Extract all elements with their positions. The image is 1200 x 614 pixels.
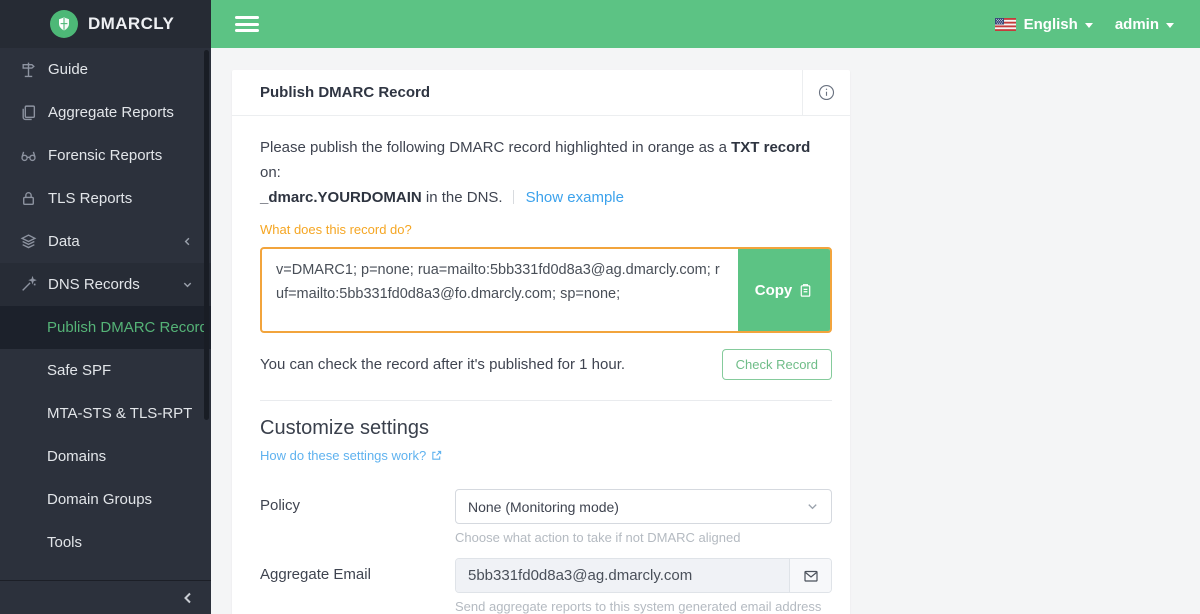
copy-button[interactable]: Copy <box>738 249 830 331</box>
sidebar-item-data[interactable]: Data <box>0 220 211 263</box>
dmarc-host-emphasis: _dmarc.YOURDOMAIN <box>260 189 422 206</box>
sidebar-subitem-label: Safe SPF <box>47 362 111 379</box>
sidebar-item-aggregate-reports[interactable]: Aggregate Reports <box>0 91 211 134</box>
main-area: English admin Publish DMARC Record <box>211 0 1200 614</box>
publish-dmarc-record-card: Publish DMARC Record Please publish the … <box>232 70 850 614</box>
sidebar-subitem-label: Tools <box>47 534 82 551</box>
sidebar-collapse-button[interactable] <box>0 580 211 614</box>
aggregate-email-row: Aggregate Email 5bb331fd0d8a3@ag.dmarcly… <box>260 558 832 614</box>
caret-down-icon <box>1085 23 1093 28</box>
sidebar-subitem-mta-sts-tls-rpt[interactable]: MTA-STS & TLS-RPT <box>0 392 211 435</box>
policy-select[interactable]: None (Monitoring mode) <box>455 489 832 524</box>
instruction-text: Please publish the following DMARC recor… <box>260 139 731 156</box>
sidebar-item-label: Forensic Reports <box>48 147 162 164</box>
username-label: admin <box>1115 16 1159 33</box>
txt-record-emphasis: TXT record <box>731 139 810 156</box>
hamburger-menu-icon[interactable] <box>235 13 259 36</box>
instruction-text: in the DNS. <box>422 189 503 206</box>
aggregate-email-label: Aggregate Email <box>260 558 455 614</box>
documents-icon <box>20 104 37 121</box>
sidebar-item-dns-records[interactable]: DNS Records <box>0 263 211 306</box>
sidebar-scrollbar-thumb[interactable] <box>204 50 209 420</box>
info-button[interactable] <box>802 70 850 115</box>
sidebar-subitem-label: Publish DMARC Record <box>47 319 208 336</box>
brand-logo[interactable]: DMARCLY <box>0 0 211 48</box>
sidebar-nav: Guide Aggregate Reports Forensic Reports… <box>0 48 211 564</box>
sidebar-subitem-domain-groups[interactable]: Domain Groups <box>0 478 211 521</box>
card-body: Please publish the following DMARC recor… <box>232 116 850 614</box>
check-record-button[interactable]: Check Record <box>722 349 832 380</box>
sidebar-item-label: Data <box>48 233 80 250</box>
check-record-row: You can check the record after it's publ… <box>260 349 832 380</box>
lock-icon <box>20 190 37 207</box>
settings-form: Policy None (Monitoring mode) Choose wha… <box>260 489 832 614</box>
page-content: Publish DMARC Record Please publish the … <box>211 48 1200 614</box>
policy-helper-text: Choose what action to take if not DMARC … <box>455 530 832 545</box>
policy-label: Policy <box>260 489 455 545</box>
caret-down-icon <box>1166 23 1174 28</box>
policy-row: Policy None (Monitoring mode) Choose wha… <box>260 489 832 545</box>
sidebar-subitem-safe-spf[interactable]: Safe SPF <box>0 349 211 392</box>
text-divider <box>513 190 514 204</box>
language-label: English <box>1024 16 1078 33</box>
check-record-text: You can check the record after it's publ… <box>260 356 722 373</box>
aggregate-email-helper-text: Send aggregate reports to this system ge… <box>455 599 832 614</box>
sidebar-item-label: Guide <box>48 61 88 78</box>
card-header: Publish DMARC Record <box>232 70 850 116</box>
us-flag-icon <box>995 18 1016 31</box>
aggregate-email-group: 5bb331fd0d8a3@ag.dmarcly.com <box>455 558 832 593</box>
shield-logo-icon <box>50 10 78 38</box>
policy-selected-value: None (Monitoring mode) <box>468 499 619 515</box>
instruction-text: on: <box>260 164 281 181</box>
settings-help-label: How do these settings work? <box>260 448 426 463</box>
customize-settings-heading: Customize settings <box>260 417 832 440</box>
external-link-icon <box>431 450 442 461</box>
sidebar: DMARCLY Guide Aggregate Reports Forensic <box>0 0 211 614</box>
chevron-left-icon <box>182 236 193 247</box>
collapse-chevron-icon <box>181 591 195 605</box>
signpost-icon <box>20 61 37 78</box>
sidebar-item-label: Aggregate Reports <box>48 104 174 121</box>
language-selector[interactable]: English <box>995 16 1093 33</box>
app-window: DMARCLY Guide Aggregate Reports Forensic <box>0 0 1200 614</box>
show-example-link[interactable]: Show example <box>526 189 624 206</box>
sidebar-item-guide[interactable]: Guide <box>0 48 211 91</box>
layers-icon <box>20 233 37 250</box>
topbar: English admin <box>211 0 1200 48</box>
sidebar-subitem-label: Domain Groups <box>47 491 152 508</box>
chevron-down-icon <box>182 279 193 290</box>
sidebar-subitem-publish-dmarc-record[interactable]: Publish DMARC Record <box>0 306 211 349</box>
sidebar-subitem-domains[interactable]: Domains <box>0 435 211 478</box>
record-help-link[interactable]: What does this record do? <box>260 222 412 237</box>
aggregate-email-field: 5bb331fd0d8a3@ag.dmarcly.com <box>456 559 789 592</box>
publish-instructions: Please publish the following DMARC recor… <box>260 136 832 210</box>
sidebar-subitem-tools[interactable]: Tools <box>0 521 211 564</box>
copy-button-label: Copy <box>755 282 793 299</box>
wand-icon <box>20 276 37 293</box>
sidebar-item-label: DNS Records <box>48 276 140 293</box>
envelope-icon <box>803 568 819 584</box>
clipboard-icon <box>798 283 813 298</box>
user-menu[interactable]: admin <box>1115 16 1174 33</box>
aggregate-email-copy-button[interactable] <box>789 559 831 592</box>
dmarc-record-value[interactable]: v=DMARC1; p=none; rua=mailto:5bb331fd0d8… <box>262 249 738 331</box>
sidebar-item-forensic-reports[interactable]: Forensic Reports <box>0 134 211 177</box>
chevron-down-icon <box>806 500 819 513</box>
info-icon <box>818 84 835 101</box>
sidebar-subitem-label: MTA-STS & TLS-RPT <box>47 405 192 422</box>
card-title: Publish DMARC Record <box>232 70 802 115</box>
glasses-icon <box>20 147 37 164</box>
settings-help-link[interactable]: How do these settings work? <box>260 448 442 463</box>
section-divider <box>260 400 832 401</box>
sidebar-item-tls-reports[interactable]: TLS Reports <box>0 177 211 220</box>
sidebar-item-label: TLS Reports <box>48 190 132 207</box>
brand-name: DMARCLY <box>88 14 174 34</box>
dmarc-record-box: v=DMARC1; p=none; rua=mailto:5bb331fd0d8… <box>260 247 832 333</box>
sidebar-subitem-label: Domains <box>47 448 106 465</box>
